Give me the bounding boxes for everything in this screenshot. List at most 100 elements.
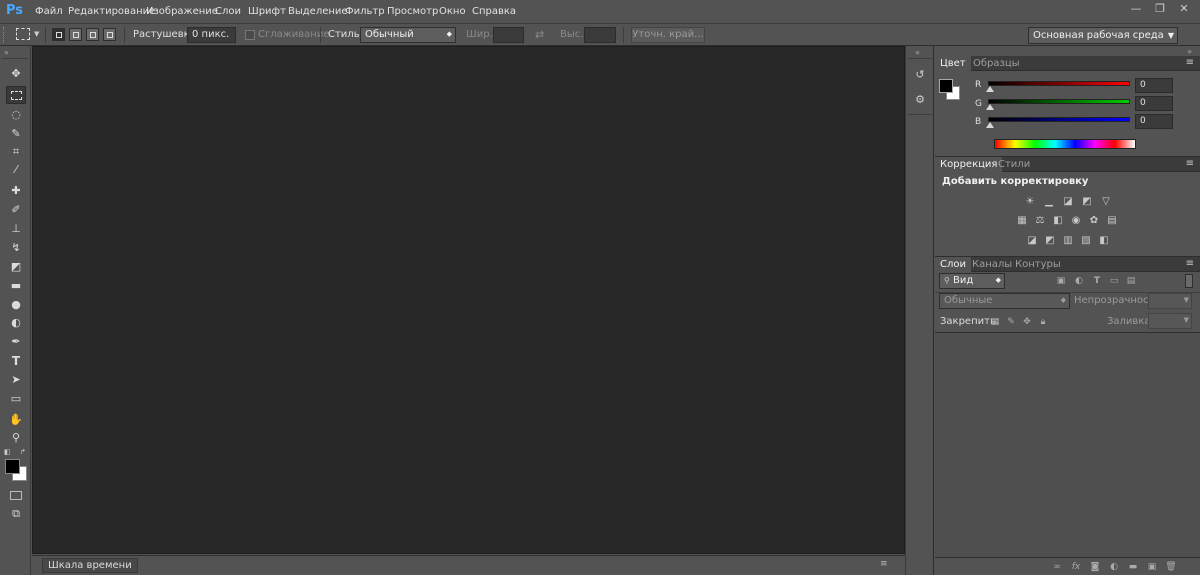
restore-icon[interactable]: ❐	[1150, 2, 1170, 16]
default-colors-icon[interactable]: ◧	[4, 448, 12, 456]
panel-menu-icon[interactable]: ≡	[1186, 258, 1194, 269]
foreground-color-swatch[interactable]	[939, 79, 953, 93]
vibrance-icon[interactable]: ▽	[1099, 195, 1113, 209]
refine-edge-button[interactable]: Уточн. край...	[631, 27, 705, 43]
lock-image-icon[interactable]: ✎	[1005, 316, 1017, 328]
photo-filter-icon[interactable]: ◉	[1069, 214, 1083, 228]
zoom-tool-icon[interactable]: ⚲	[6, 429, 26, 447]
path-selection-tool-icon[interactable]: ➤	[6, 371, 26, 389]
menu-view[interactable]: Просмотр	[387, 6, 438, 17]
history-brush-tool-icon[interactable]: ↯	[6, 239, 26, 257]
swap-colors-icon[interactable]: ↱	[20, 448, 28, 456]
new-selection-button[interactable]	[52, 28, 65, 41]
filter-smart-object-icon[interactable]: ▤	[1125, 275, 1137, 287]
tab-swatches[interactable]: Образцы	[968, 56, 1025, 71]
workspace-select[interactable]: Основная рабочая среда ▼	[1028, 27, 1178, 44]
rect-marquee-tool-icon[interactable]	[6, 86, 26, 104]
selective-color-icon[interactable]: ◧	[1097, 234, 1111, 248]
gradient-tool-icon[interactable]: ▬	[6, 277, 26, 295]
delete-layer-icon[interactable]: 🗑︎	[1165, 561, 1177, 573]
black-white-icon[interactable]: ◧	[1051, 214, 1065, 228]
foreground-color-swatch[interactable]	[5, 459, 20, 474]
new-adjustment-layer-icon[interactable]: ◐	[1108, 561, 1120, 573]
tab-styles[interactable]: Стили	[993, 157, 1035, 172]
new-layer-icon[interactable]: ▣	[1146, 561, 1158, 573]
filter-adjustment-icon[interactable]: ◐	[1073, 275, 1085, 287]
screen-mode-icon[interactable]: ⧉	[6, 505, 26, 523]
tab-color[interactable]: Цвет	[935, 56, 971, 71]
curves-icon[interactable]: ◪	[1061, 195, 1075, 209]
brush-tool-icon[interactable]: ✐	[6, 201, 26, 219]
tab-paths[interactable]: Контуры	[1010, 257, 1066, 272]
eraser-tool-icon[interactable]: ◩	[6, 258, 26, 276]
timeline-tab[interactable]: Шкала времени	[42, 558, 138, 573]
rectangle-shape-tool-icon[interactable]: ▭	[6, 390, 26, 408]
menu-image[interactable]: Изображение	[146, 6, 218, 17]
panel-menu-icon[interactable]: ≡	[880, 559, 888, 569]
eyedropper-tool-icon[interactable]: ⁄	[6, 161, 26, 179]
blue-slider-track[interactable]	[988, 117, 1130, 122]
properties-panel-icon[interactable]: ⚙	[911, 91, 929, 109]
layers-list[interactable]	[935, 333, 1200, 557]
quick-selection-tool-icon[interactable]: ✎	[6, 125, 26, 143]
height-input[interactable]	[584, 27, 616, 43]
filter-pixel-icon[interactable]: ▣	[1055, 275, 1067, 287]
gradient-map-icon[interactable]: ▧	[1079, 234, 1093, 248]
menu-file[interactable]: Файл	[35, 6, 63, 17]
filter-shape-icon[interactable]: ▭	[1108, 275, 1120, 287]
lock-all-icon[interactable]: 🔒︎	[1037, 316, 1049, 328]
tab-layers[interactable]: Слои	[935, 257, 971, 272]
layer-style-fx-icon[interactable]: fx	[1070, 561, 1082, 573]
color-spectrum-ramp[interactable]	[994, 139, 1136, 149]
dodge-tool-icon[interactable]: ◐	[6, 314, 26, 332]
rect-marquee-preset-icon[interactable]	[16, 28, 30, 40]
lock-transparent-icon[interactable]: ▦	[989, 316, 1001, 328]
add-mask-icon[interactable]: ◙	[1089, 561, 1101, 573]
new-group-icon[interactable]: ▬	[1127, 561, 1139, 573]
subtract-selection-button[interactable]	[86, 28, 99, 41]
filter-type-icon[interactable]: T	[1091, 275, 1103, 287]
document-canvas-area[interactable]	[32, 46, 905, 554]
menu-layers[interactable]: Слои	[215, 6, 241, 17]
menu-select[interactable]: Выделение	[288, 6, 348, 17]
blend-mode-select[interactable]: Обычные ◆	[939, 293, 1070, 309]
posterize-icon[interactable]: ◩	[1043, 234, 1057, 248]
quick-mask-icon[interactable]	[6, 487, 26, 505]
invert-icon[interactable]: ◪	[1025, 234, 1039, 248]
brightness-contrast-icon[interactable]: ☀	[1023, 195, 1037, 209]
panel-menu-icon[interactable]: ≡	[1186, 57, 1194, 68]
close-icon[interactable]: ✕	[1174, 2, 1194, 16]
lock-position-icon[interactable]: ✥	[1021, 316, 1033, 328]
style-select[interactable]: Обычный ◆	[360, 27, 456, 43]
expand-arrows-icon[interactable]: «	[915, 48, 920, 57]
exposure-icon[interactable]: ◩	[1080, 195, 1094, 209]
menu-type[interactable]: Шрифт	[248, 6, 286, 17]
hue-saturation-icon[interactable]: ▦	[1015, 214, 1029, 228]
green-value-input[interactable]: 0	[1135, 96, 1173, 111]
menu-filter[interactable]: Фильтр	[345, 6, 385, 17]
red-slider-thumb[interactable]	[986, 86, 994, 92]
lasso-tool-icon[interactable]: ◌	[6, 106, 26, 124]
hand-tool-icon[interactable]: ✋	[6, 411, 26, 429]
collapse-arrows-icon[interactable]: »	[4, 48, 9, 57]
antialias-checkbox[interactable]	[245, 30, 255, 40]
collapse-panels-icon[interactable]: »	[1187, 47, 1192, 56]
move-tool-icon[interactable]: ✥	[6, 65, 26, 83]
menu-window[interactable]: Окно	[439, 6, 466, 17]
blue-value-input[interactable]: 0	[1135, 114, 1173, 129]
red-slider-track[interactable]	[988, 81, 1130, 86]
preset-dropdown-icon[interactable]: ▼	[34, 30, 39, 38]
crop-tool-icon[interactable]: ⌗	[6, 143, 26, 161]
threshold-icon[interactable]: ▥	[1061, 234, 1075, 248]
clone-stamp-tool-icon[interactable]: ⊥	[6, 220, 26, 238]
channel-mixer-icon[interactable]: ✿	[1087, 214, 1101, 228]
layer-filter-select[interactable]: ⚲ Вид ◆	[939, 273, 1005, 289]
red-value-input[interactable]: 0	[1135, 78, 1173, 93]
opacity-input[interactable]: ▼	[1148, 293, 1192, 309]
swap-icon[interactable]: ⇄	[535, 28, 544, 41]
type-tool-icon[interactable]: T	[6, 352, 26, 370]
color-balance-icon[interactable]: ⚖	[1033, 214, 1047, 228]
panel-menu-icon[interactable]: ≡	[1186, 158, 1194, 169]
blue-slider-thumb[interactable]	[986, 122, 994, 128]
fill-input[interactable]: ▼	[1148, 313, 1192, 329]
